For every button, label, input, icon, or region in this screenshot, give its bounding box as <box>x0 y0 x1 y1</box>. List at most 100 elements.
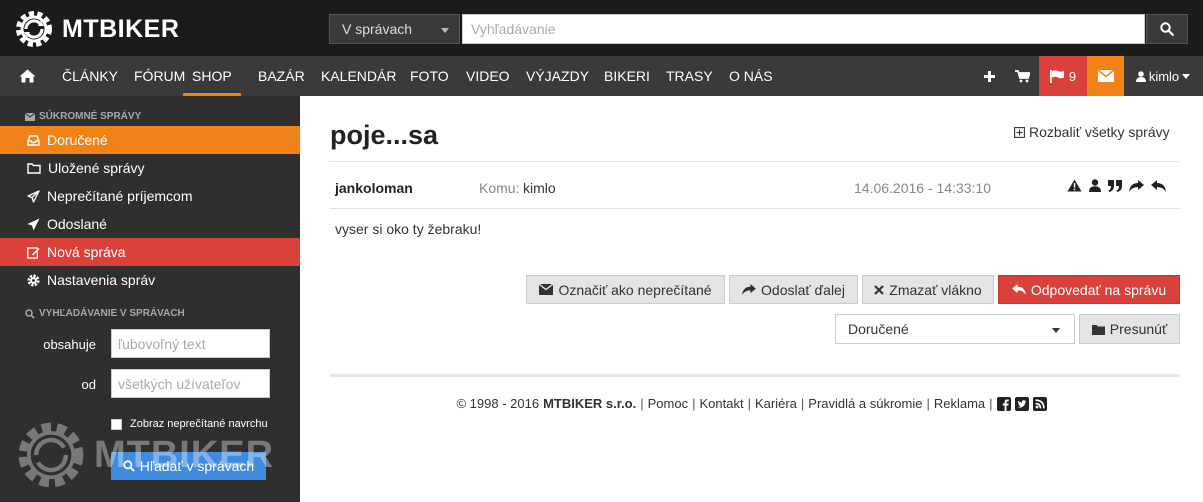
paper-plane-outline-icon <box>27 189 40 203</box>
contains-input[interactable] <box>111 329 270 358</box>
folder-select[interactable]: Doručené <box>835 314 1075 344</box>
nav-foto[interactable]: FOTO <box>410 56 449 96</box>
sidebar-item-label: Nastavenia správ <box>47 272 156 288</box>
twitter-icon[interactable] <box>1014 396 1029 411</box>
add-button[interactable] <box>978 56 1000 96</box>
nav-bikeri[interactable]: BIKERI <box>604 56 650 96</box>
forward-button[interactable]: Odoslať ďalej <box>729 275 858 304</box>
expand-all-link[interactable]: Rozbaliť všetky správy <box>1014 124 1170 140</box>
quote-icon[interactable] <box>1108 179 1122 192</box>
watermark-text: MTBIKER <box>94 433 275 476</box>
site-logo[interactable]: MTBIKER <box>14 9 179 49</box>
search-scope-value: V správach <box>342 21 413 37</box>
messages-button[interactable] <box>1087 56 1124 96</box>
message-actions <box>1067 179 1166 192</box>
sidebar-item-unread-by-recipient[interactable]: Neprečítané príjemcom <box>0 182 300 210</box>
sidebar-item-message-settings[interactable]: Nastavenia správ <box>0 266 300 294</box>
home-icon <box>19 69 35 83</box>
from-input[interactable] <box>111 369 270 398</box>
folder-icon <box>1091 324 1105 335</box>
footer-link-contact[interactable]: Kontakt <box>700 396 744 411</box>
sidebar-item-inbox[interactable]: Doručené <box>0 126 300 154</box>
inbox-icon <box>27 134 40 146</box>
sidebar-item-label: Odoslané <box>47 216 107 232</box>
user-menu[interactable]: kimlo <box>1128 56 1198 96</box>
nav-vyjazdy[interactable]: VÝJAZDY <box>526 56 589 96</box>
sidebar-item-label: Nová správa <box>47 244 126 260</box>
gear-icon <box>27 274 40 286</box>
contains-label: obsahuje <box>43 337 96 352</box>
footer-divider <box>330 374 1180 377</box>
folder-select-value: Doručené <box>848 321 909 337</box>
username: kimlo <box>1148 68 1180 84</box>
plus-square-icon <box>1014 126 1025 138</box>
search-input[interactable] <box>462 14 1145 44</box>
envelope-icon <box>1097 70 1114 82</box>
warning-icon[interactable] <box>1067 179 1082 192</box>
footer-link-career[interactable]: Kariéra <box>755 396 797 411</box>
forward-icon <box>742 284 756 295</box>
close-icon <box>874 284 885 295</box>
delete-thread-button[interactable]: Zmazať vlákno <box>862 275 994 304</box>
nav-shop[interactable]: SHOP <box>183 56 241 96</box>
nav-trasy[interactable]: TRASY <box>666 56 713 96</box>
paper-plane-icon <box>27 218 40 230</box>
chevron-down-icon <box>1052 328 1060 333</box>
nav-clanky[interactable]: ČLÁNKY <box>62 56 118 96</box>
copyright-text: © 1998 - 2016 <box>456 396 540 411</box>
edit-icon <box>27 246 40 259</box>
facebook-icon[interactable] <box>996 396 1011 411</box>
thread-title: poje...sa <box>330 120 439 150</box>
message-sender[interactable]: jankoloman <box>335 180 413 196</box>
footer-link-rules-privacy[interactable]: Pravidlá a súkromie <box>808 396 922 411</box>
sidebar: SÚKROMNÉ SPRÁVY Doručené Uložené správy … <box>0 96 300 502</box>
chevron-down-icon <box>1182 73 1191 79</box>
user-icon[interactable] <box>1089 179 1101 192</box>
message-date: 14.06.2016 - 14:33:10 <box>854 180 992 196</box>
footer: © 1998 - 2016 MTBIKER s.r.o. | Pomoc | K… <box>0 396 1203 411</box>
rss-icon[interactable] <box>1032 396 1047 411</box>
nav-kalendar[interactable]: KALENDÁR <box>321 56 396 96</box>
watermark-logo: MTBIKER <box>14 418 274 492</box>
mtbiker-gear-logo-icon <box>16 11 52 47</box>
envelope-icon <box>25 112 35 121</box>
flag-icon <box>1049 69 1064 83</box>
chevron-down-icon <box>441 28 449 33</box>
search-scope-select[interactable]: V správach <box>329 14 460 44</box>
message-header-divider <box>330 208 1180 209</box>
footer-link-advertising[interactable]: Reklama <box>934 396 985 411</box>
home-button[interactable] <box>10 56 44 96</box>
sidebar-item-sent[interactable]: Odoslané <box>0 210 300 238</box>
private-messages-heading: SÚKROMNÉ SPRÁVY <box>25 111 141 122</box>
title-divider <box>330 161 1180 162</box>
expand-all-label: Rozbaliť všetky správy <box>1029 124 1170 140</box>
nav-forum[interactable]: FÓRUM <box>134 56 185 96</box>
footer-link-help[interactable]: Pomoc <box>648 396 688 411</box>
search-button[interactable] <box>1146 14 1188 44</box>
cart-button[interactable] <box>1010 56 1034 96</box>
nav-bazar[interactable]: BAZÁR <box>258 56 305 96</box>
mark-unread-button[interactable]: Označiť ako neprečítané <box>526 275 725 304</box>
mtbiker-gear-logo-icon <box>18 422 84 488</box>
main-navigation: ČLÁNKY FÓRUM SHOP BAZÁR KALENDÁR FOTO VI… <box>0 56 1203 96</box>
sidebar-item-saved[interactable]: Uložené správy <box>0 154 300 182</box>
search-icon <box>25 308 35 319</box>
reply-button[interactable]: Odpovedať na správu <box>998 275 1180 304</box>
user-icon <box>1135 70 1146 82</box>
top-bar: MTBIKER V správach <box>0 0 1203 56</box>
message-search-heading: VYHĽADÁVANIE V SPRÁVACH <box>25 308 185 319</box>
sidebar-item-new-message[interactable]: Nová správa <box>0 238 300 266</box>
notifications-button[interactable]: 9 <box>1039 56 1087 96</box>
forward-icon[interactable] <box>1129 179 1144 192</box>
nav-video[interactable]: VIDEO <box>466 56 510 96</box>
sidebar-item-label: Neprečítané príjemcom <box>47 188 193 204</box>
plus-icon <box>983 70 995 82</box>
company-name: MTBIKER s.r.o. <box>543 396 637 411</box>
envelope-icon <box>539 284 554 295</box>
recipient-value[interactable]: kimlo <box>523 180 556 196</box>
move-button[interactable]: Presunúť <box>1079 314 1180 344</box>
search-icon <box>1160 22 1174 36</box>
nav-o-nas[interactable]: O NÁS <box>729 56 773 96</box>
notifications-count: 9 <box>1068 68 1077 84</box>
reply-icon[interactable] <box>1151 179 1166 192</box>
